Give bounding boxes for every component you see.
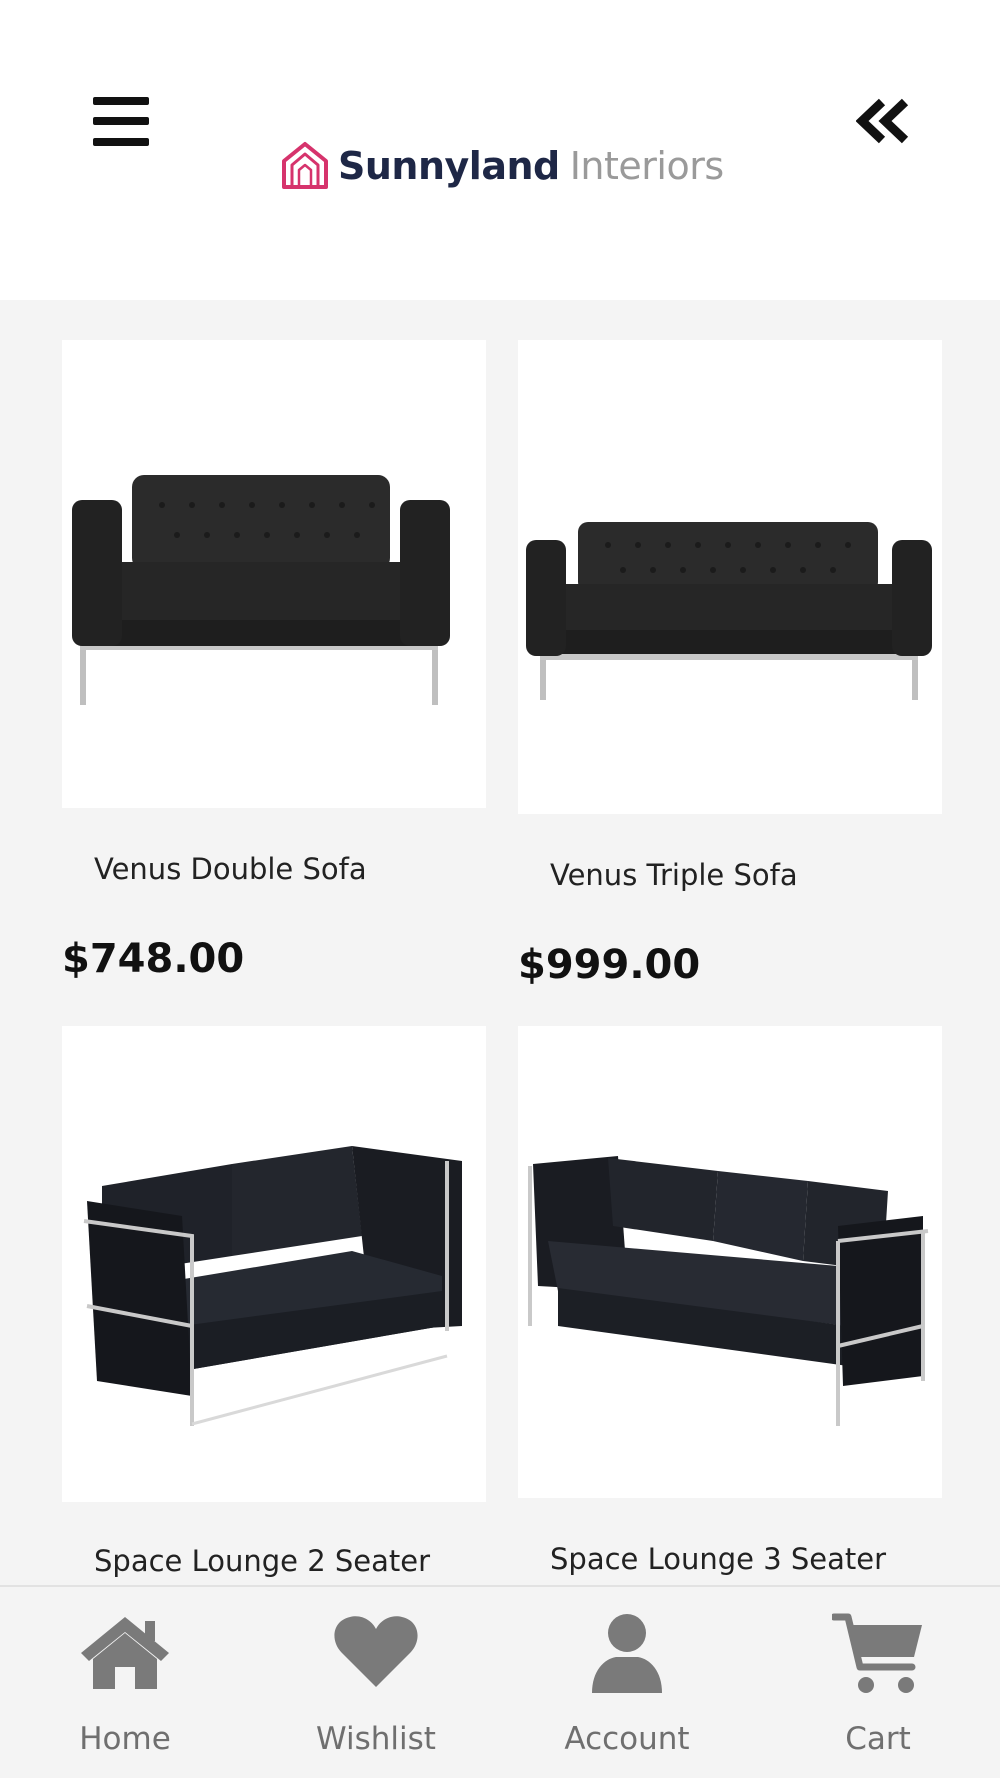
product-name[interactable]: Space Lounge 2 Seater [94, 1544, 430, 1578]
nav-home[interactable]: Home [25, 1587, 225, 1778]
bottom-navigation: Home Wishlist Account Cart [0, 1585, 1000, 1778]
product-image[interactable] [62, 340, 486, 808]
brand-name-strong: Sunnyland [338, 144, 560, 188]
nav-cart[interactable]: Cart [778, 1587, 978, 1778]
product-image[interactable] [518, 340, 942, 814]
nav-wishlist[interactable]: Wishlist [276, 1587, 476, 1778]
nav-account[interactable]: Account [527, 1587, 727, 1778]
nav-label: Wishlist [316, 1721, 436, 1757]
product-name[interactable]: Venus Triple Sofa [550, 858, 798, 892]
nav-label: Account [564, 1721, 690, 1757]
double-chevron-left-icon[interactable] [855, 98, 912, 144]
product-name[interactable]: Space Lounge 3 Seater [550, 1542, 886, 1576]
product-price: $748.00 [62, 936, 245, 982]
product-image[interactable] [62, 1026, 486, 1502]
product-grid: Venus Double Sofa $748.00 Venus Triple S… [0, 300, 1000, 1585]
home-icon [81, 1617, 169, 1689]
brand-name-light: Interiors [569, 144, 724, 188]
product-price: $999.00 [518, 942, 701, 988]
house-logo-icon [282, 142, 328, 189]
nav-label: Cart [845, 1721, 911, 1757]
cart-icon [832, 1613, 922, 1693]
user-icon [592, 1614, 662, 1693]
product-name[interactable]: Venus Double Sofa [94, 852, 367, 886]
brand-logo[interactable]: Sunnyland Interiors [280, 136, 724, 196]
app-header: Sunnyland Interiors [0, 0, 1000, 300]
heart-icon [334, 1616, 418, 1687]
nav-label: Home [79, 1721, 171, 1757]
product-image[interactable] [518, 1026, 942, 1498]
hamburger-menu-icon[interactable] [93, 97, 149, 147]
